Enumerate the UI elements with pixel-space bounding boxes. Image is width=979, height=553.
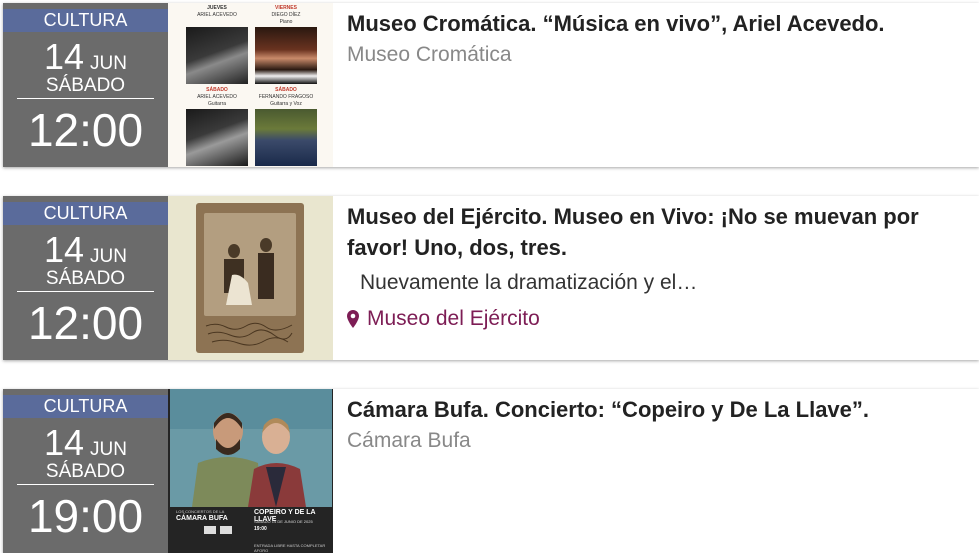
event-info: Museo Cromática. “Música en vivo”, Ariel…	[347, 3, 967, 67]
event-title[interactable]: Museo del Ejército. Museo en Vivo: ¡No s…	[347, 201, 967, 263]
poster-label: VIERNES	[275, 5, 297, 11]
handwriting	[205, 322, 293, 346]
day-number: 14	[44, 36, 85, 77]
event-thumbnail[interactable]	[168, 196, 333, 360]
event-thumbnail[interactable]: JUEVES ARIEL ACEVEDO VIERNES DIEGO DÍEZ …	[168, 3, 333, 167]
event-title[interactable]: Cámara Bufa. Concierto: “Copeiro y De La…	[347, 394, 967, 425]
category-badge: CULTURA	[3, 9, 168, 32]
logo-icon	[220, 526, 232, 534]
logo-icon	[204, 526, 216, 534]
event-card[interactable]: CULTURA 14 JUN SÁBADO 19:00 LOS CONCIERTO…	[3, 389, 979, 553]
weekday: SÁBADO	[17, 461, 154, 485]
date-panel: CULTURA 14 JUN SÁBADO 12:00	[3, 196, 168, 360]
poster-label: JUEVES	[207, 5, 227, 11]
weekday: SÁBADO	[17, 75, 154, 99]
event-thumbnail[interactable]: LOS CONCIERTOS DE LA CÁMARA BUFA COPEIRO…	[168, 389, 333, 553]
event-info: Museo del Ejército. Museo en Vivo: ¡No s…	[347, 196, 967, 331]
date-panel: CULTURA 14 JUN SÁBADO 12:00	[3, 3, 168, 167]
month: JUN	[90, 53, 127, 74]
poster-label: ARIEL ACEVEDO	[197, 94, 237, 100]
event-time: 12:00	[27, 297, 144, 349]
poster-label: SÁBADO	[206, 87, 228, 93]
month: JUN	[90, 246, 127, 267]
weekday: SÁBADO	[17, 268, 154, 292]
poster-series: LOS CONCIERTOS DE LA	[176, 509, 225, 514]
musicians-photo	[170, 389, 332, 507]
poster-label: SÁBADO	[275, 87, 297, 93]
category-badge: CULTURA	[3, 202, 168, 225]
poster-label: ARIEL ACEVEDO	[197, 12, 237, 18]
singer-photo	[255, 109, 317, 166]
poster-entry: ENTRADA LIBRE HASTA COMPLETAR AFORO	[254, 543, 326, 553]
poster-label: DIEGO DÍEZ	[271, 12, 301, 18]
month: JUN	[90, 439, 127, 460]
event-date: 14 JUN	[3, 425, 168, 461]
poster-label: FERNANDO FRAGOSO	[258, 94, 314, 100]
date-panel: CULTURA 14 JUN SÁBADO 19:00	[3, 389, 168, 553]
poster-date: SÁBADO 14 DE JUNIO DE 2025	[254, 519, 313, 524]
event-title[interactable]: Museo Cromática. “Música en vivo”, Ariel…	[347, 8, 967, 39]
piano-photo	[255, 27, 317, 84]
event-description: Nuevamente la dramatización y el…	[360, 271, 698, 294]
poster-label: Guitarra	[207, 101, 227, 107]
vintage-photo	[204, 213, 296, 316]
poster-label: Piano	[279, 19, 293, 25]
event-venue[interactable]: Cámara Bufa	[347, 429, 967, 453]
event-time: 19:00	[27, 490, 144, 542]
poster-brand: CÁMARA BUFA	[176, 515, 228, 522]
category-badge: CULTURA	[3, 395, 168, 418]
event-venue[interactable]: Museo Cromática	[347, 43, 967, 67]
poster-label: Guitarra y Voz	[270, 101, 302, 107]
guitarist-photo	[186, 109, 248, 166]
event-info: Cámara Bufa. Concierto: “Copeiro y De La…	[347, 389, 967, 453]
event-date: 14 JUN	[3, 39, 168, 75]
venue-name[interactable]: Museo del Ejército	[367, 307, 540, 331]
venue-link[interactable]: Museo del Ejército	[347, 307, 967, 331]
map-pin-icon	[347, 310, 359, 328]
day-number: 14	[44, 422, 85, 463]
poster-time: 19:00	[254, 526, 267, 532]
event-card[interactable]: CULTURA 14 JUN SÁBADO 12:00 JUEVES ARIEL …	[3, 3, 979, 167]
day-number: 14	[44, 229, 85, 270]
event-time: 12:00	[27, 104, 144, 156]
event-date: 14 JUN	[3, 232, 168, 268]
event-card[interactable]: CULTURA 14 JUN SÁBADO 12:00 Museo del Ejé…	[3, 196, 979, 360]
musician-photo	[186, 27, 248, 84]
